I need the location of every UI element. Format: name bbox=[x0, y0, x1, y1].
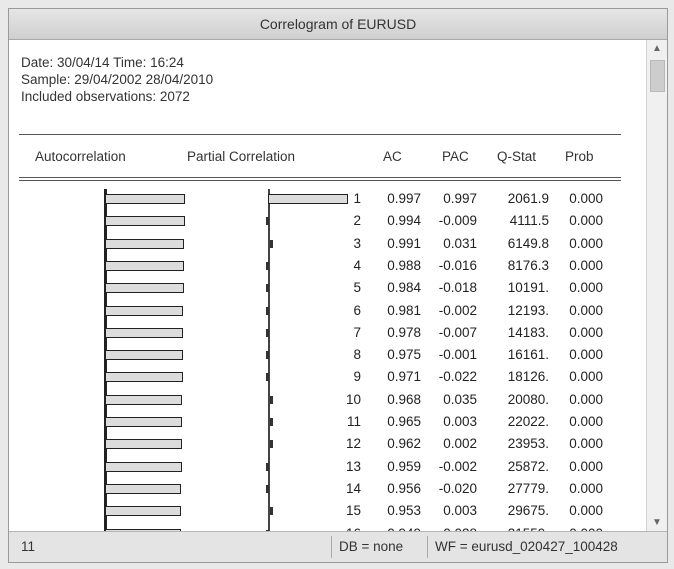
ac-bar bbox=[105, 483, 181, 494]
pac-bar bbox=[266, 373, 269, 382]
pac-cell: 0.002 bbox=[443, 436, 477, 452]
pac-cell: -0.007 bbox=[438, 324, 477, 340]
pac-cell: -0.020 bbox=[438, 480, 477, 496]
pac-bar bbox=[266, 462, 269, 471]
ac-bar bbox=[105, 216, 185, 227]
pac-bar bbox=[266, 284, 269, 293]
prob-cell: 0.000 bbox=[569, 480, 603, 496]
prob-cell: 0.000 bbox=[569, 302, 603, 318]
correlogram-content: Date: 30/04/14 Time: 16:24 Sample: 29/04… bbox=[9, 40, 647, 532]
pac-cell: 0.997 bbox=[443, 191, 477, 206]
observations-line: Included observations: 2072 bbox=[21, 89, 190, 104]
pac-cell: -0.022 bbox=[438, 369, 477, 385]
prob-cell: 0.000 bbox=[569, 280, 603, 296]
pac-bar bbox=[266, 306, 269, 315]
prob-cell: 0.000 bbox=[569, 213, 603, 229]
correlogram-window: Correlogram of EURUSD Date: 30/04/14 Tim… bbox=[8, 8, 668, 563]
status-wf: WF = eurusd_020427_100428 bbox=[435, 539, 618, 554]
pac-cell: -0.001 bbox=[438, 347, 477, 363]
chevron-up-icon[interactable]: ▲ bbox=[647, 40, 667, 58]
pac-bar bbox=[270, 440, 273, 449]
header-autocorrelation: Autocorrelation bbox=[35, 149, 126, 164]
status-left: 11 bbox=[21, 539, 36, 554]
ac-bar bbox=[105, 283, 184, 294]
status-separator bbox=[427, 536, 428, 558]
header-qstat: Q-Stat bbox=[497, 149, 537, 164]
ac-bar bbox=[105, 305, 183, 316]
prob-cell: 0.000 bbox=[569, 191, 603, 206]
pac-cell: 0.031 bbox=[443, 235, 477, 251]
ac-bar bbox=[105, 417, 182, 427]
prob-cell: 0.000 bbox=[569, 347, 603, 363]
prob-cell: 0.000 bbox=[569, 458, 603, 474]
prob-cell: 0.000 bbox=[569, 324, 603, 340]
status-bar: 11 DB = none WF = eurusd_020427_100428 bbox=[9, 531, 667, 562]
pac-cell: -0.016 bbox=[438, 257, 477, 273]
status-separator bbox=[331, 536, 332, 558]
pac-bar bbox=[266, 328, 269, 337]
header-pac: PAC bbox=[442, 149, 469, 164]
status-db: DB = none bbox=[339, 539, 404, 554]
ac-bar bbox=[105, 372, 183, 383]
pac-bar bbox=[270, 395, 273, 404]
ac-bar bbox=[105, 350, 183, 361]
ac-bar bbox=[105, 260, 184, 271]
header-partial-correlation: Partial Correlation bbox=[187, 149, 296, 164]
chevron-down-icon[interactable]: ▼ bbox=[647, 514, 667, 532]
sample-line: Sample: 29/04/2002 28/04/2010 bbox=[21, 72, 214, 87]
ac-bar bbox=[105, 394, 182, 405]
output-header: Date: 30/04/14 Time: 16:24 Sample: 29/04… bbox=[21, 54, 213, 105]
ac-bar bbox=[105, 327, 183, 338]
scroll-thumb[interactable] bbox=[650, 60, 665, 92]
pac-bar bbox=[270, 507, 273, 516]
ac-bar bbox=[105, 461, 182, 472]
prob-cell: 0.000 bbox=[569, 436, 603, 452]
pac-bar bbox=[266, 484, 269, 493]
pac-cell: 0.003 bbox=[443, 414, 477, 429]
pac-cell: -0.002 bbox=[438, 458, 477, 474]
divider-top bbox=[19, 134, 621, 135]
ac-bar bbox=[105, 506, 181, 517]
prob-cell: 0.000 bbox=[569, 257, 603, 273]
divider-mid-1 bbox=[19, 177, 621, 178]
header-prob: Prob bbox=[565, 149, 594, 164]
prob-cell: 0.000 bbox=[569, 503, 603, 519]
pac-cell: -0.009 bbox=[438, 213, 477, 229]
pac-cell: -0.002 bbox=[438, 302, 477, 318]
ac-bar bbox=[105, 194, 185, 204]
window-title: Correlogram of EURUSD bbox=[259, 16, 417, 32]
window-titlebar[interactable]: Correlogram of EURUSD bbox=[9, 9, 667, 40]
pac-bar bbox=[270, 239, 273, 248]
pac-cell: 0.035 bbox=[443, 391, 477, 407]
divider-mid-2 bbox=[19, 180, 621, 181]
vertical-scrollbar[interactable]: ▲ ▼ bbox=[646, 40, 667, 532]
pac-bar bbox=[266, 351, 269, 360]
pac-cell: -0.018 bbox=[438, 280, 477, 296]
date-time-line: Date: 30/04/14 Time: 16:24 bbox=[21, 55, 184, 70]
prob-cell: 0.000 bbox=[569, 414, 603, 429]
pac-bar bbox=[270, 418, 273, 426]
header-ac: AC bbox=[383, 149, 402, 164]
ac-bar bbox=[105, 439, 182, 450]
prob-cell: 0.000 bbox=[569, 369, 603, 385]
pac-bar bbox=[266, 217, 269, 226]
prob-cell: 0.000 bbox=[569, 235, 603, 251]
prob-cell: 0.000 bbox=[569, 391, 603, 407]
ac-bar bbox=[105, 238, 184, 249]
pac-bar bbox=[266, 261, 269, 270]
pac-cell: 0.003 bbox=[443, 503, 477, 519]
